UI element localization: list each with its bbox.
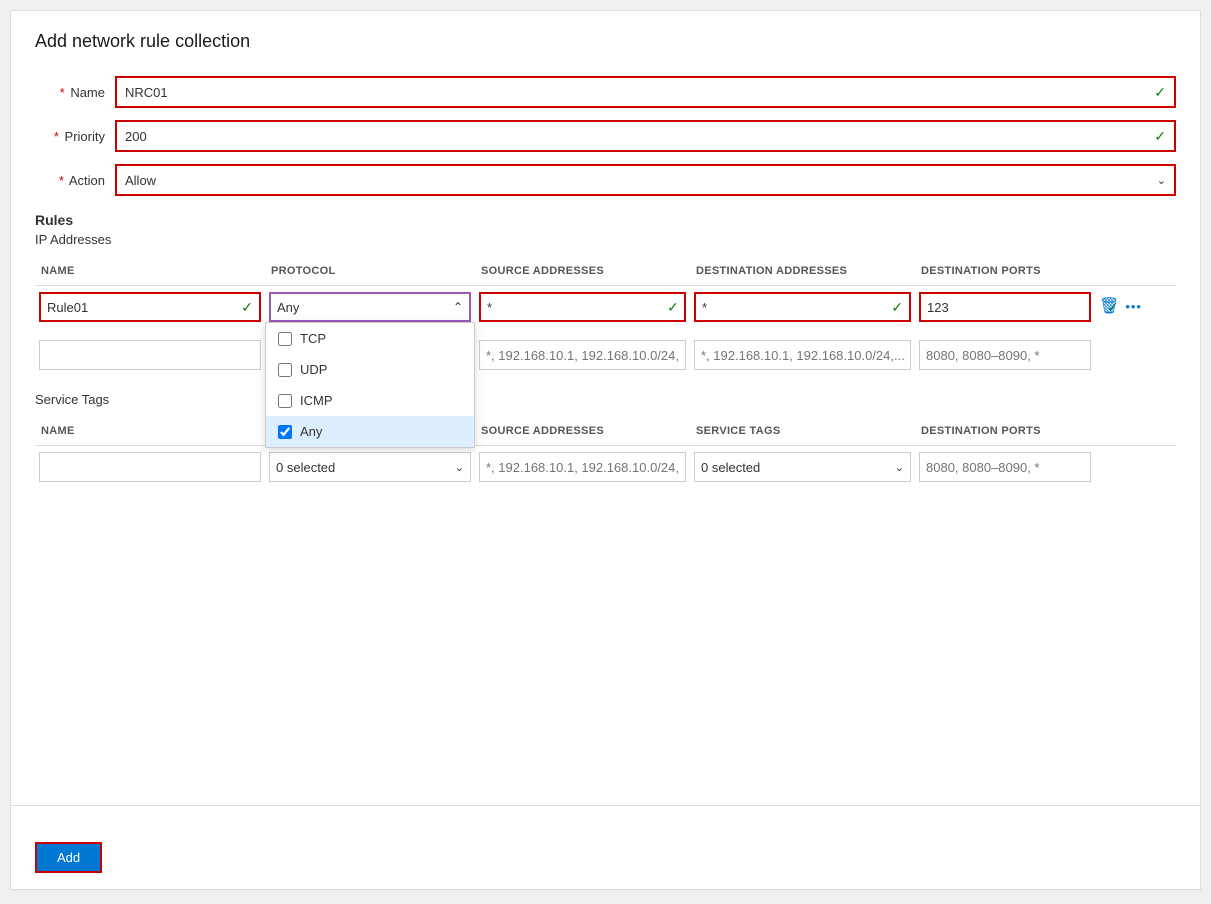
bottom-bar: Add — [11, 805, 1200, 889]
service-tags-table: NAME PROTOCOL SOURCE ADDRESSES SERVICE T… — [35, 417, 1176, 488]
protocol-dropdown[interactable]: Any ⌃ — [269, 292, 471, 322]
st-tags-chevron-icon: ⌄ — [895, 461, 904, 474]
service-tags-label: Service Tags — [35, 392, 1176, 407]
st-protocol-chevron-icon: ⌄ — [455, 461, 464, 474]
ip-empty-row — [35, 334, 1176, 376]
protocol-value: Any — [277, 300, 299, 315]
col-dest-ports: DESTINATION PORTS — [915, 261, 1095, 281]
st-col-ports: DESTINATION PORTS — [915, 421, 1095, 441]
delete-row-icon[interactable]: 🗑 — [1099, 296, 1119, 316]
st-protocol-dropdown[interactable]: 0 selected ⌄ — [269, 452, 471, 482]
protocol-option-any[interactable]: Any — [266, 416, 474, 447]
ip-row-dest-input[interactable] — [702, 300, 887, 315]
action-select[interactable]: Allow Deny — [125, 173, 1157, 188]
priority-input[interactable] — [125, 129, 1150, 144]
protocol-chevron-up-icon: ⌃ — [453, 300, 463, 314]
icmp-label: ICMP — [300, 393, 333, 408]
ip-row-protocol-cell: Any ⌃ TCP UDP ICMP — [265, 290, 475, 324]
ip-empty-name-input[interactable] — [39, 340, 261, 370]
ip-row-name-cell: ✓ — [35, 290, 265, 324]
col-dest-addr: DESTINATION ADDRESSES — [690, 261, 915, 281]
protocol-option-icmp[interactable]: ICMP — [266, 385, 474, 416]
st-source-input[interactable] — [479, 452, 686, 482]
tcp-label: TCP — [300, 331, 326, 346]
udp-checkbox[interactable] — [278, 363, 292, 377]
ip-row-ports-input[interactable] — [927, 300, 1103, 315]
name-check-icon: ✓ — [1154, 84, 1166, 101]
protocol-option-tcp[interactable]: TCP — [266, 323, 474, 354]
dest-check-icon: ✓ — [891, 299, 903, 316]
ip-row-dest-cell: ✓ — [690, 290, 915, 324]
rule-name-check-icon: ✓ — [241, 299, 253, 316]
ip-row-name-input[interactable] — [47, 300, 237, 315]
col-protocol: PROTOCOL — [265, 261, 475, 281]
ip-table-row: ✓ Any ⌃ TCP UDP — [35, 286, 1176, 328]
icmp-checkbox[interactable] — [278, 394, 292, 408]
ip-empty-ports-input[interactable] — [919, 340, 1091, 370]
udp-label: UDP — [300, 362, 327, 377]
add-button[interactable]: Add — [35, 842, 102, 873]
st-name-input[interactable] — [39, 452, 261, 482]
any-label: Any — [300, 424, 322, 439]
ip-row-source-cell: ✓ — [475, 290, 690, 324]
page-title: Add network rule collection — [35, 31, 1176, 52]
name-input[interactable] — [125, 85, 1150, 100]
priority-check-icon: ✓ — [1154, 128, 1166, 145]
st-col-source: SOURCE ADDRESSES — [475, 421, 690, 441]
col-source: SOURCE ADDRESSES — [475, 261, 690, 281]
tcp-checkbox[interactable] — [278, 332, 292, 346]
action-label: * Action — [35, 173, 115, 188]
source-check-icon: ✓ — [667, 299, 679, 316]
ip-row-ports-cell: ✓ — [915, 290, 1095, 324]
ip-table: NAME PROTOCOL SOURCE ADDRESSES DESTINATI… — [35, 257, 1176, 376]
st-ports-input[interactable] — [919, 452, 1091, 482]
st-tags-value: 0 selected — [701, 460, 760, 475]
action-chevron-icon: ⌄ — [1157, 174, 1166, 187]
name-label: * Name — [35, 85, 115, 100]
ip-empty-dest-input[interactable] — [694, 340, 911, 370]
service-tags-row: 0 selected ⌄ 0 selected ⌄ — [35, 446, 1176, 488]
ip-row-actions-cell: 🗑 ••• — [1095, 290, 1145, 318]
col-name: NAME — [35, 261, 265, 281]
st-col-name: NAME — [35, 421, 265, 441]
protocol-option-udp[interactable]: UDP — [266, 354, 474, 385]
ip-empty-source-input[interactable] — [479, 340, 686, 370]
priority-label: * Priority — [35, 129, 115, 144]
protocol-dropdown-popup: TCP UDP ICMP Any — [265, 322, 475, 448]
st-tags-dropdown[interactable]: 0 selected ⌄ — [694, 452, 911, 482]
rules-section-label: Rules — [35, 212, 1176, 228]
st-col-tags: SERVICE TAGS — [690, 421, 915, 441]
more-options-icon[interactable]: ••• — [1125, 299, 1142, 314]
ip-table-header: NAME PROTOCOL SOURCE ADDRESSES DESTINATI… — [35, 257, 1176, 286]
ip-row-source-input[interactable] — [487, 300, 663, 315]
any-checkbox[interactable] — [278, 425, 292, 439]
st-protocol-value: 0 selected — [276, 460, 335, 475]
service-tags-header: NAME PROTOCOL SOURCE ADDRESSES SERVICE T… — [35, 417, 1176, 446]
row-action-icons: 🗑 ••• — [1099, 292, 1141, 316]
ip-addresses-label: IP Addresses — [35, 232, 1176, 247]
